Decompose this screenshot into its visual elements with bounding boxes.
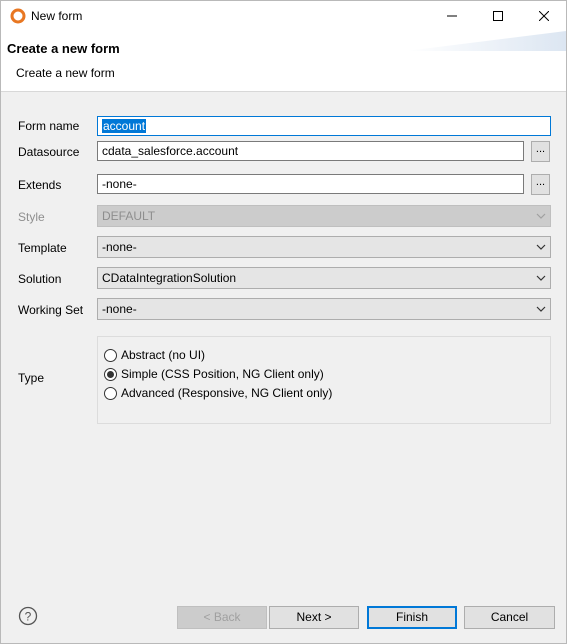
- datasource-label: Datasource: [18, 145, 80, 159]
- working-set-label: Working Set: [18, 303, 84, 317]
- button-bar: ? < Back Next > Finish Cancel: [1, 584, 566, 643]
- window-title: New form: [31, 9, 83, 23]
- back-button[interactable]: < Back: [177, 606, 267, 629]
- working-set-select[interactable]: -none-: [97, 298, 551, 320]
- cancel-button[interactable]: Cancel: [464, 606, 555, 629]
- style-select: DEFAULT: [97, 205, 551, 227]
- new-form-dialog: New form Create a new form Create a new …: [0, 0, 567, 644]
- type-label: Type: [18, 371, 45, 385]
- close-button[interactable]: [521, 1, 567, 31]
- chevron-down-icon: [536, 213, 546, 219]
- close-icon: [539, 11, 549, 21]
- finish-button[interactable]: Finish: [367, 606, 457, 629]
- type-option-label: Advanced (Responsive, NG Client only): [121, 386, 333, 400]
- maximize-icon: [493, 11, 503, 21]
- template-value: -none-: [102, 240, 137, 254]
- wizard-banner: Create a new form Create a new form: [1, 31, 566, 92]
- solution-select[interactable]: CDataIntegrationSolution: [97, 267, 551, 289]
- form-name-input[interactable]: account: [97, 116, 551, 136]
- solution-label: Solution: [18, 272, 62, 286]
- solution-value: CDataIntegrationSolution: [102, 271, 237, 285]
- type-radio-group: Abstract (no UI) Simple (CSS Position, N…: [97, 336, 551, 424]
- page-title: Create a new form: [7, 41, 120, 56]
- chevron-down-icon: [536, 275, 546, 281]
- servoy-ring-icon: [10, 8, 26, 24]
- extends-input[interactable]: -none-: [97, 174, 524, 194]
- next-button[interactable]: Next >: [269, 606, 359, 629]
- extends-browse-button[interactable]: ...: [531, 174, 550, 195]
- template-select[interactable]: -none-: [97, 236, 551, 258]
- type-option-simple[interactable]: Simple (CSS Position, NG Client only): [104, 367, 324, 381]
- extends-label: Extends: [18, 178, 62, 192]
- radio-button[interactable]: [104, 386, 117, 400]
- form-name-label: Form name: [18, 119, 80, 133]
- page-description: Create a new form: [16, 66, 115, 80]
- type-option-abstract[interactable]: Abstract (no UI): [104, 348, 205, 362]
- datasource-input[interactable]: cdata_salesforce.account: [97, 141, 524, 161]
- type-option-label: Abstract (no UI): [121, 348, 206, 362]
- help-icon[interactable]: ?: [18, 606, 38, 626]
- style-value: DEFAULT: [102, 209, 156, 223]
- type-option-advanced[interactable]: Advanced (Responsive, NG Client only): [104, 386, 332, 400]
- title-bar: New form: [1, 1, 566, 31]
- datasource-browse-button[interactable]: ...: [531, 141, 550, 162]
- chevron-down-icon: [536, 244, 546, 250]
- style-label: Style: [18, 210, 45, 224]
- banner-graphic: [406, 31, 566, 51]
- radio-button-checked[interactable]: [104, 367, 117, 381]
- template-label: Template: [18, 241, 67, 255]
- minimize-icon: [447, 15, 457, 17]
- form-name-value: account: [102, 119, 147, 133]
- radio-button[interactable]: [104, 348, 117, 362]
- type-option-label: Simple (CSS Position, NG Client only): [121, 367, 324, 381]
- working-set-value: -none-: [102, 302, 137, 316]
- form-content: Form name account Datasource cdata_sales…: [1, 92, 566, 584]
- minimize-button[interactable]: [429, 1, 475, 31]
- maximize-button[interactable]: [475, 1, 521, 31]
- svg-text:?: ?: [25, 610, 32, 624]
- chevron-down-icon: [536, 306, 546, 312]
